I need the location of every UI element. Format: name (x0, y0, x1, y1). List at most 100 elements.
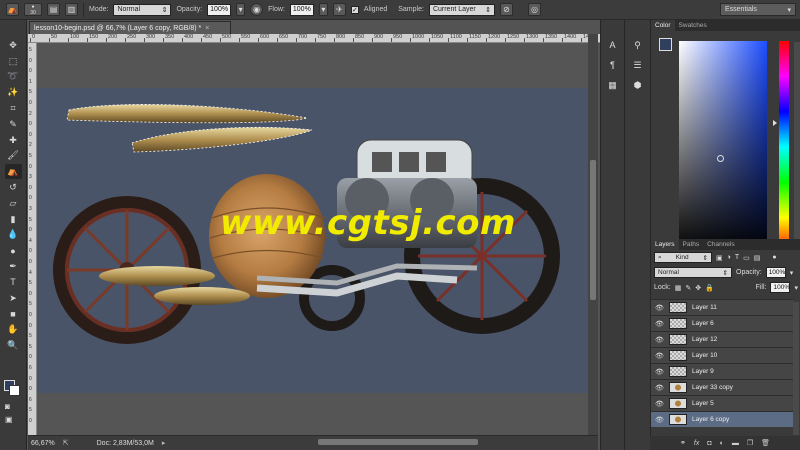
tab-paths[interactable]: Paths (679, 239, 704, 250)
layer-row[interactable]: 👁 Layer 5 (651, 395, 794, 411)
marquee-tool-icon[interactable]: ⬚ (5, 54, 22, 69)
visibility-eye-icon[interactable]: 👁 (655, 352, 664, 360)
color-panel-scrollbar[interactable] (794, 42, 800, 262)
clone-source-panel-icon[interactable]: ▦ (605, 78, 621, 92)
link-icon[interactable]: ⚭ (680, 439, 686, 447)
opacity-slider-arrow-icon[interactable]: ▾ (236, 3, 246, 16)
fill-arrow-icon[interactable]: ▾ (794, 284, 798, 292)
layer-opacity-input[interactable]: 100% (765, 267, 786, 278)
pressure-opacity-icon[interactable]: ◉ (250, 3, 264, 16)
clone-stamp-tool-icon[interactable]: ⛺ (4, 164, 22, 179)
vertical-scroll-thumb[interactable] (590, 160, 596, 300)
trash-icon[interactable]: 🗑 (761, 439, 770, 447)
aligned-checkbox[interactable]: ✓ (350, 5, 359, 14)
workspace-switcher[interactable]: Essentials ▾ (720, 3, 796, 16)
gradient-tool-icon[interactable]: ▮ (5, 212, 22, 227)
rectangle-tool-icon[interactable]: ■ (5, 307, 22, 322)
mask-icon[interactable]: ◘ (707, 440, 711, 447)
move-tool-icon[interactable]: ✥ (5, 38, 22, 53)
crop-tool-icon[interactable]: ⌗ (5, 101, 22, 116)
document-tab[interactable]: lesson10-begin.psd @ 66,7% (Layer 6 copy… (29, 21, 231, 34)
paragraph-panel-icon[interactable]: ¶ (605, 58, 621, 72)
visibility-eye-icon[interactable]: 👁 (655, 400, 664, 408)
3d-panel-icon[interactable]: ⬢ (630, 78, 646, 92)
tab-channels[interactable]: Channels (703, 239, 738, 250)
new-layer-icon[interactable]: ❐ (747, 439, 753, 447)
visibility-eye-icon[interactable]: 👁 (655, 336, 664, 344)
status-menu-icon[interactable]: ⇱ (63, 439, 69, 447)
toggle-clone-source-panel-icon[interactable]: ▥ (65, 3, 78, 16)
zoom-tool-icon[interactable]: 🔍 (5, 338, 22, 353)
dodge-tool-icon[interactable]: ● (5, 243, 22, 258)
path-selection-tool-icon[interactable]: ➤ (5, 291, 22, 306)
fx-icon[interactable]: fx (694, 440, 699, 447)
layer-row[interactable]: 👁 Layer 6 (651, 315, 794, 331)
lock-all-icon[interactable]: 🔒 (705, 284, 714, 292)
layer-row[interactable]: 👁 Layer 10 (651, 347, 794, 363)
quick-mask-icon[interactable]: ◙ (5, 402, 10, 411)
opacity-arrow-icon[interactable]: ▾ (790, 269, 794, 277)
healing-brush-tool-icon[interactable]: ✚ (5, 133, 22, 148)
filter-pixel-icon[interactable]: ▣ (716, 254, 723, 262)
layer-row[interactable]: 👁 Layer 9 (651, 363, 794, 379)
hue-slider[interactable] (779, 41, 789, 253)
zoom-level[interactable]: 66,67% (31, 440, 55, 447)
horizontal-scroll-thumb[interactable] (318, 439, 478, 445)
lock-image-icon[interactable]: ✎ (685, 284, 691, 292)
pressure-size-icon[interactable]: ◎ (527, 3, 541, 16)
eyedropper-tool-icon[interactable]: ✎ (5, 117, 22, 132)
flow-slider-arrow-icon[interactable]: ▾ (318, 3, 328, 16)
properties-panel-icon[interactable]: ☰ (630, 58, 646, 72)
type-tool-icon[interactable]: T (5, 275, 22, 290)
lock-transparent-icon[interactable]: ▦ (675, 284, 682, 292)
brush-tool-icon[interactable]: 🖌 (5, 149, 22, 164)
filter-adjustment-icon[interactable]: ◑ (727, 254, 731, 261)
blend-mode-select[interactable]: Normal ⇕ (654, 267, 732, 278)
eraser-tool-icon[interactable]: ▱ (5, 196, 22, 211)
opacity-input[interactable]: 100% (207, 3, 232, 16)
ignore-adjustment-layers-icon[interactable]: ⊘ (499, 3, 513, 16)
clone-stamp-tool-preset-icon[interactable]: ⛺ (6, 3, 19, 16)
visibility-eye-icon[interactable]: 👁 (655, 416, 664, 424)
sample-select[interactable]: Current Layer ⇕ (428, 3, 495, 16)
tab-color[interactable]: Color (651, 20, 675, 31)
airbrush-icon[interactable]: ✈ (332, 3, 346, 16)
blur-tool-icon[interactable]: 💧 (5, 228, 22, 243)
fill-input[interactable]: 100% (770, 282, 791, 293)
filter-type-icon[interactable]: T (735, 254, 739, 261)
hand-tool-icon[interactable]: ✋ (5, 322, 22, 337)
layer-row[interactable]: 👁 Layer 12 (651, 331, 794, 347)
status-arrow-icon[interactable]: ▸ (162, 439, 166, 447)
filter-smart-object-icon[interactable]: ▤ (754, 254, 761, 262)
color-panel-foreground-swatch[interactable] (659, 38, 672, 51)
color-picker-cursor[interactable] (717, 155, 724, 162)
history-brush-tool-icon[interactable]: ↺ (5, 180, 22, 195)
kind-filter-select[interactable]: ⌕ Kind ⇕ (654, 252, 712, 263)
lock-position-icon[interactable]: ✥ (695, 284, 701, 292)
flow-input[interactable]: 100% (289, 3, 314, 16)
visibility-eye-icon[interactable]: 👁 (655, 320, 664, 328)
tool-presets-panel-icon[interactable]: ⚲ (630, 38, 646, 52)
filter-toggle-icon[interactable]: ● (772, 254, 776, 261)
toggle-brush-panel-icon[interactable]: ▤ (47, 3, 60, 16)
layer-row-selected[interactable]: 👁 Layer 6 copy (651, 411, 794, 427)
character-panel-icon[interactable]: A (605, 38, 621, 52)
folder-icon[interactable]: ▬ (732, 440, 739, 447)
lasso-tool-icon[interactable]: ➰ (5, 70, 22, 85)
brush-preset-picker[interactable]: ● 30 (24, 3, 42, 16)
visibility-eye-icon[interactable]: 👁 (655, 304, 664, 312)
layer-row[interactable]: 👁 Layer 11 (651, 299, 794, 315)
visibility-eye-icon[interactable]: 👁 (655, 384, 664, 392)
background-color-swatch[interactable] (9, 385, 20, 396)
pen-tool-icon[interactable]: ✒ (5, 259, 22, 274)
screen-mode-icon[interactable]: ▣ (5, 415, 13, 424)
layers-scrollbar[interactable] (793, 302, 799, 435)
tab-swatches[interactable]: Swatches (675, 20, 711, 31)
mode-select[interactable]: Normal ⇕ (113, 3, 172, 16)
quick-selection-tool-icon[interactable]: ✨ (5, 85, 22, 100)
filter-shape-icon[interactable]: ▭ (743, 254, 750, 262)
adjustment-icon[interactable]: ◐ (720, 440, 724, 447)
visibility-eye-icon[interactable]: 👁 (655, 368, 664, 376)
color-field[interactable] (679, 41, 767, 253)
close-icon[interactable]: × (205, 25, 209, 32)
